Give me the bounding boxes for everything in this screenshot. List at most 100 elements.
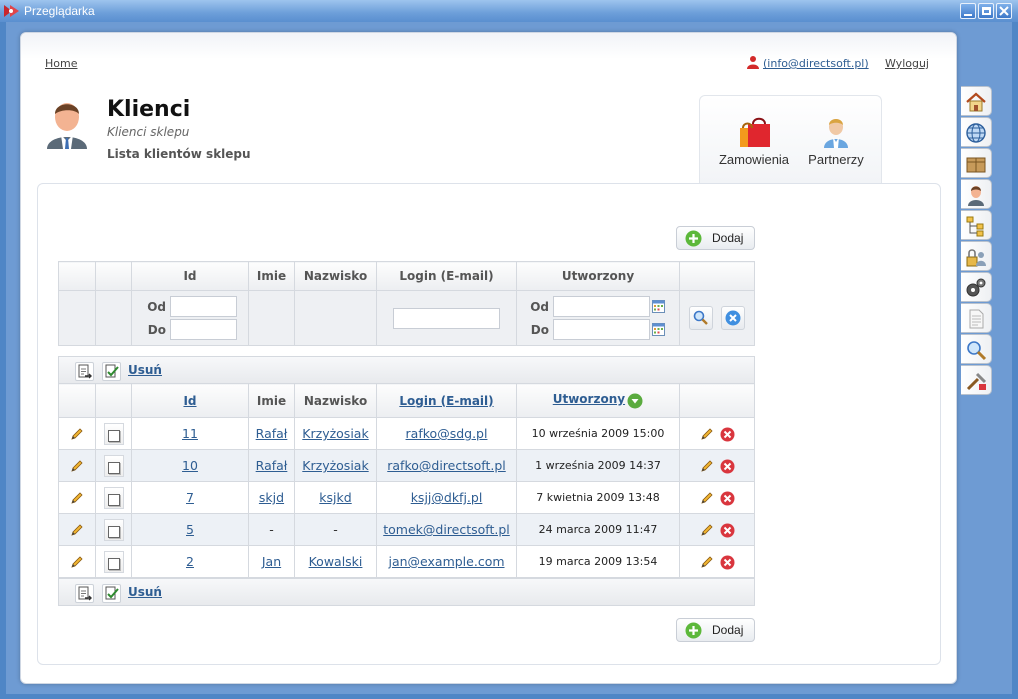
filter-id-from-input[interactable] bbox=[170, 296, 237, 317]
calendar-icon[interactable] bbox=[652, 323, 665, 336]
row-login-link[interactable]: rafko@sdg.pl bbox=[406, 426, 488, 441]
pencil-icon[interactable] bbox=[700, 427, 714, 441]
row-first-name-link[interactable]: Rafał bbox=[256, 458, 288, 473]
row-checkbox[interactable] bbox=[107, 494, 120, 506]
pencil-icon[interactable] bbox=[700, 555, 714, 569]
delete-icon[interactable] bbox=[720, 523, 735, 538]
home-link[interactable]: Home bbox=[45, 57, 77, 70]
filter-created-to-input[interactable] bbox=[553, 319, 650, 340]
sort-login-link[interactable]: Login (E-mail) bbox=[399, 394, 493, 408]
row-last-name-link[interactable]: Krzyżosiak bbox=[302, 426, 368, 441]
row-checkbox[interactable] bbox=[107, 526, 120, 538]
delete-selected-link[interactable]: Usuń bbox=[128, 363, 162, 377]
export-button[interactable] bbox=[75, 362, 94, 381]
pencil-icon[interactable] bbox=[700, 523, 714, 537]
row-checkbox[interactable] bbox=[107, 558, 120, 570]
row-login-link[interactable]: rafko@directsoft.pl bbox=[387, 458, 506, 473]
orders-shortcut[interactable]: Zamowienia bbox=[714, 116, 794, 167]
row-created: 1 września 2009 14:37 bbox=[516, 449, 680, 482]
row-first-name-link[interactable]: Rafał bbox=[256, 426, 288, 441]
side-button-search-tool[interactable] bbox=[961, 334, 992, 364]
filter-id-to-input[interactable] bbox=[170, 319, 237, 340]
search-button[interactable] bbox=[689, 306, 714, 330]
pencil-icon[interactable] bbox=[70, 523, 84, 537]
delete-selected-link[interactable]: Usuń bbox=[128, 585, 162, 599]
side-button-home[interactable] bbox=[961, 86, 992, 116]
row-login-link[interactable]: ksjj@dkfj.pl bbox=[411, 490, 483, 505]
export-button[interactable] bbox=[75, 584, 94, 603]
pencil-icon[interactable] bbox=[70, 555, 84, 569]
maximize-button[interactable] bbox=[978, 3, 994, 19]
pencil-icon[interactable] bbox=[700, 491, 714, 505]
row-last-name-link[interactable]: ksjkd bbox=[319, 490, 351, 505]
row-id-link[interactable]: 10 bbox=[182, 458, 198, 473]
pencil-icon[interactable] bbox=[700, 459, 714, 473]
filter-cell-first-name bbox=[248, 290, 295, 346]
delete-icon[interactable] bbox=[720, 427, 735, 442]
row-login-link[interactable]: tomek@directsoft.pl bbox=[383, 522, 510, 537]
search-icon bbox=[693, 310, 708, 325]
user-account-link[interactable]: (info@directsoft.pl) bbox=[763, 57, 869, 70]
row-checkbox[interactable] bbox=[107, 462, 120, 474]
page-description: Lista klientów sklepu bbox=[107, 147, 251, 161]
sort-descending-icon[interactable] bbox=[627, 393, 643, 409]
add-button-bottom[interactable]: Dodaj bbox=[676, 618, 755, 642]
row-id-link[interactable]: 7 bbox=[186, 490, 194, 505]
row-first-name-link: - bbox=[269, 522, 274, 537]
side-button-lock-users[interactable] bbox=[961, 241, 992, 271]
select-all-button[interactable] bbox=[102, 584, 121, 603]
pencil-icon[interactable] bbox=[70, 491, 84, 505]
add-button-top[interactable]: Dodaj bbox=[676, 226, 755, 250]
gears-icon bbox=[966, 278, 986, 297]
side-button-user[interactable] bbox=[961, 179, 992, 209]
filter-cell-login bbox=[376, 290, 517, 346]
side-button-tree[interactable] bbox=[961, 210, 992, 240]
side-button-gears[interactable] bbox=[961, 272, 992, 302]
close-window-button[interactable] bbox=[996, 3, 1012, 19]
calendar-icon[interactable] bbox=[652, 300, 665, 313]
logout-link[interactable]: Wyloguj bbox=[885, 57, 929, 70]
filter-created-from-input[interactable] bbox=[553, 296, 650, 317]
filter-cell-empty bbox=[58, 290, 96, 346]
sort-id-link[interactable]: Id bbox=[183, 394, 196, 408]
row-last-name: Krzyżosiak bbox=[294, 417, 377, 450]
row-first-name-link[interactable]: Jan bbox=[262, 554, 281, 569]
sort-created-link[interactable]: Utworzony bbox=[553, 392, 625, 406]
filter-header-row: Id Imie Nazwisko Login (E-mail) Utworzon… bbox=[58, 261, 755, 291]
filter-header-last-name: Nazwisko bbox=[294, 261, 377, 291]
clear-filter-button[interactable] bbox=[720, 306, 745, 330]
row-id-link[interactable]: 11 bbox=[182, 426, 198, 441]
row-first-name: - bbox=[248, 513, 295, 546]
row-last-name-link[interactable]: Kowalski bbox=[309, 554, 363, 569]
tools-icon bbox=[966, 372, 987, 391]
row-first-name-link[interactable]: skjd bbox=[259, 490, 284, 505]
row-actions bbox=[679, 417, 755, 450]
row-last-name: Kowalski bbox=[294, 545, 377, 578]
filter-id-from-label: Od bbox=[147, 299, 166, 314]
delete-icon[interactable] bbox=[720, 459, 735, 474]
filter-header-actions bbox=[679, 261, 755, 291]
minimize-button[interactable] bbox=[960, 3, 976, 19]
delete-icon[interactable] bbox=[720, 491, 735, 506]
pencil-icon[interactable] bbox=[70, 427, 84, 441]
side-button-tools[interactable] bbox=[961, 365, 992, 395]
row-checkbox[interactable] bbox=[107, 430, 120, 442]
filter-login-input[interactable] bbox=[393, 307, 500, 329]
side-button-document[interactable] bbox=[961, 303, 992, 333]
delete-icon[interactable] bbox=[720, 555, 735, 570]
row-login-link[interactable]: jan@example.com bbox=[388, 554, 504, 569]
partners-shortcut[interactable]: Partnerzy bbox=[802, 116, 870, 167]
clear-icon bbox=[725, 310, 741, 326]
select-all-button[interactable] bbox=[102, 362, 121, 381]
row-id-link[interactable]: 5 bbox=[186, 522, 194, 537]
header-first-name: Imie bbox=[248, 383, 295, 418]
side-button-globe[interactable] bbox=[961, 117, 992, 147]
clients-table-body: 11 Rafał Krzyżosiak rafko@sdg.pl 10 września… bbox=[58, 417, 755, 578]
row-login: jan@example.com bbox=[376, 545, 517, 578]
user-icon bbox=[968, 186, 984, 206]
row-created: 7 kwietnia 2009 13:48 bbox=[516, 481, 680, 514]
row-last-name-link[interactable]: Krzyżosiak bbox=[302, 458, 368, 473]
row-id-link[interactable]: 2 bbox=[186, 554, 194, 569]
pencil-icon[interactable] bbox=[70, 459, 84, 473]
side-button-box[interactable] bbox=[961, 148, 992, 178]
